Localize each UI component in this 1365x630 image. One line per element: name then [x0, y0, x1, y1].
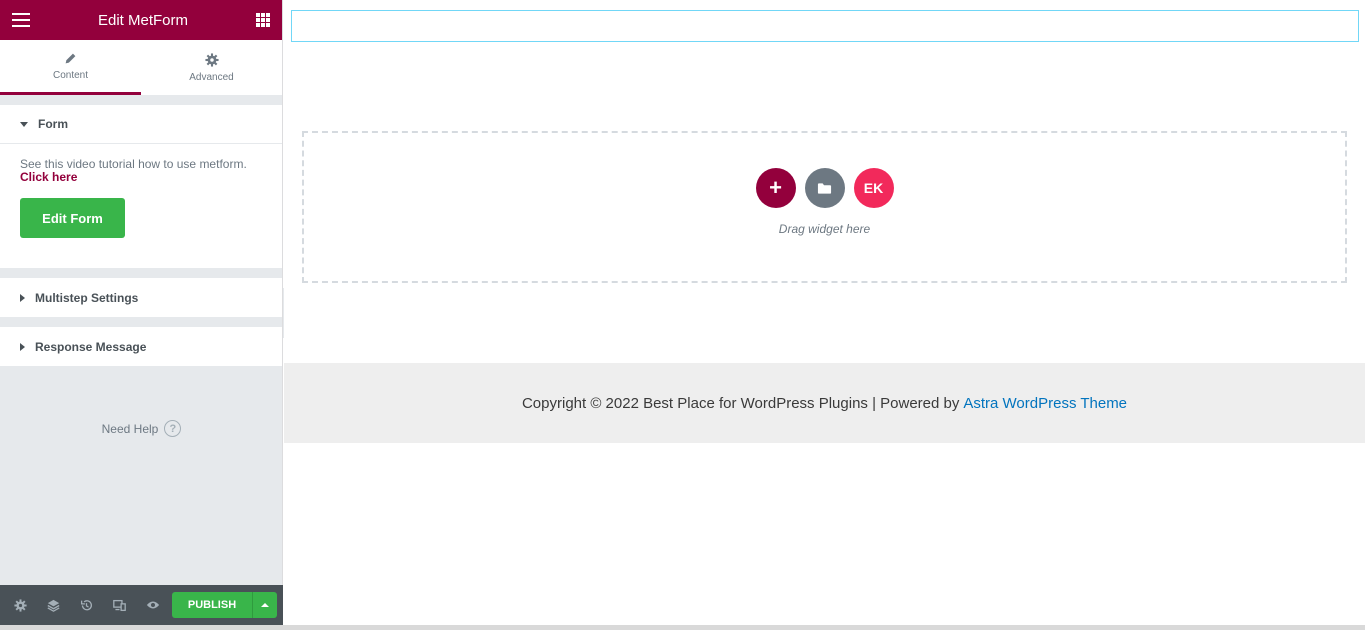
astra-theme-link[interactable]: Astra WordPress Theme	[963, 395, 1127, 412]
panel-title: Edit MetForm	[97, 11, 188, 29]
gear-icon	[204, 52, 219, 67]
responsive-mode-icon[interactable]	[103, 585, 136, 625]
edit-form-button[interactable]: Edit Form	[20, 198, 125, 238]
form-section-toggle[interactable]: Form	[0, 105, 282, 144]
elementskit-library-button[interactable]: EK	[853, 168, 894, 208]
settings-icon[interactable]	[4, 585, 37, 625]
bottom-scrollbar-track[interactable]	[0, 625, 1365, 630]
tutorial-link[interactable]: Click here	[20, 170, 77, 184]
add-section-button[interactable]: +	[755, 168, 796, 208]
panel-tabs: Content Advanced	[0, 40, 282, 95]
elementskit-logo-icon: EK	[863, 180, 884, 196]
form-section-title: Form	[38, 117, 68, 131]
caret-down-icon	[20, 121, 28, 127]
response-section: Response Message	[0, 327, 282, 366]
tutorial-text: See this video tutorial how to use metfo…	[20, 158, 262, 184]
widget-drop-zone[interactable]: + EK Drag widget here	[302, 131, 1347, 283]
response-section-toggle[interactable]: Response Message	[0, 327, 282, 366]
tab-advanced[interactable]: Advanced	[141, 40, 282, 95]
selected-widget-outline[interactable]	[291, 10, 1359, 42]
tutorial-description: See this video tutorial how to use metfo…	[20, 157, 247, 171]
need-help-link[interactable]: Need Help ?	[0, 420, 283, 437]
caret-up-icon	[261, 603, 269, 607]
drop-zone-buttons: + EK	[755, 168, 894, 208]
panel-footer-toolbar: PUBLISH	[0, 585, 283, 625]
navigator-layers-icon[interactable]	[37, 585, 70, 625]
multistep-section-toggle[interactable]: Multistep Settings	[0, 278, 282, 317]
panel-header: Edit MetForm	[0, 0, 282, 40]
editor-panel: Edit MetForm Content Advanced Form See t…	[0, 0, 283, 630]
add-template-button[interactable]	[804, 168, 845, 208]
preview-eye-icon[interactable]	[136, 585, 169, 625]
publish-button[interactable]: PUBLISH	[172, 592, 252, 618]
multistep-section: Multistep Settings	[0, 278, 282, 317]
form-section: Form See this video tutorial how to use …	[0, 105, 282, 268]
drag-widget-hint: Drag widget here	[778, 222, 871, 236]
help-circle-icon: ?	[164, 420, 182, 437]
copyright-text: Copyright © 2022 Best Place for WordPres…	[521, 394, 960, 412]
preview-canvas: + EK Drag widget here Copyright © 2022 B…	[284, 0, 1365, 630]
menu-hamburger-icon[interactable]	[12, 13, 30, 27]
tab-content-label: Content	[52, 69, 89, 81]
need-help-label: Need Help	[101, 421, 159, 436]
form-section-body: See this video tutorial how to use metfo…	[0, 144, 282, 268]
pencil-icon	[65, 53, 76, 63]
caret-right-icon	[20, 293, 25, 302]
multistep-section-title: Multistep Settings	[35, 290, 139, 305]
tab-content[interactable]: Content	[0, 40, 141, 95]
history-icon[interactable]	[70, 585, 103, 625]
caret-right-icon	[20, 342, 25, 351]
response-section-title: Response Message	[35, 339, 147, 354]
folder-icon	[817, 182, 832, 194]
tab-advanced-label: Advanced	[189, 71, 234, 83]
widgets-grid-icon[interactable]	[255, 13, 270, 27]
site-footer: Copyright © 2022 Best Place for WordPres…	[284, 363, 1365, 443]
publish-options-caret[interactable]	[252, 592, 277, 618]
